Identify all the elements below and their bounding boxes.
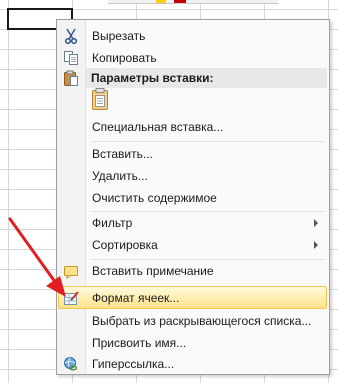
menu-item-copy[interactable]: Копировать [58,47,326,69]
hyperlink-icon [63,356,79,372]
menu-item-label: Очистить содержимое [92,191,217,205]
paste-options-header: Параметры вставки: [86,68,327,88]
copy-icon [63,50,79,66]
paste-values-icon [89,88,111,114]
menu-item-label: Выбрать из раскрывающегося списка... [92,314,312,328]
submenu-arrow-icon [314,219,318,227]
paste-icon [63,70,79,86]
ribbon-edge [108,0,278,4]
menu-item-label: Удалить... [92,169,148,183]
menu-item-pick-from-list[interactable]: Выбрать из раскрывающегося списка... [58,310,326,332]
menu-separator [91,141,325,142]
menu-item-label: Вырезать [92,29,146,43]
comment-icon [63,263,79,280]
menu-item-label: Вставить примечание [92,264,214,278]
menu-item-define-name[interactable]: Присвоить имя... [58,332,326,354]
menu-item-cut[interactable]: Вырезать [58,25,326,47]
menu-item-label: Фильтр [92,216,133,230]
menu-item-format-cells[interactable]: Формат ячеек... [58,286,327,309]
menu-item-label: Специальная вставка... [92,120,224,134]
format-cells-icon [63,290,79,306]
paste-option-button[interactable] [89,87,111,111]
paste-options-label: Параметры вставки: [91,71,214,85]
submenu-arrow-icon [314,241,318,249]
menu-item-label: Вставить... [92,147,153,161]
menu-item-label: Присвоить имя... [92,336,187,350]
scissors-icon [63,28,79,45]
menu-item-hyperlink[interactable]: Гиперссылка... [58,353,326,375]
context-menu: Вырезать Копировать Параметры вставки: С… [56,19,330,375]
menu-item-insert-comment[interactable]: Вставить примечание [58,260,326,282]
menu-item-label: Формат ячеек... [92,291,180,305]
menu-item-label: Сортировка [92,238,158,252]
menu-item-clear-contents[interactable]: Очистить содержимое [58,187,326,209]
menu-item-paste-special[interactable]: Специальная вставка... [58,116,326,138]
menu-item-sort[interactable]: Сортировка [58,234,326,256]
menu-item-label: Гиперссылка... [92,357,175,371]
menu-item-delete[interactable]: Удалить... [58,165,326,187]
menu-item-label: Копировать [92,51,157,65]
menu-item-filter[interactable]: Фильтр [58,212,326,234]
menu-item-insert[interactable]: Вставить... [58,143,326,165]
